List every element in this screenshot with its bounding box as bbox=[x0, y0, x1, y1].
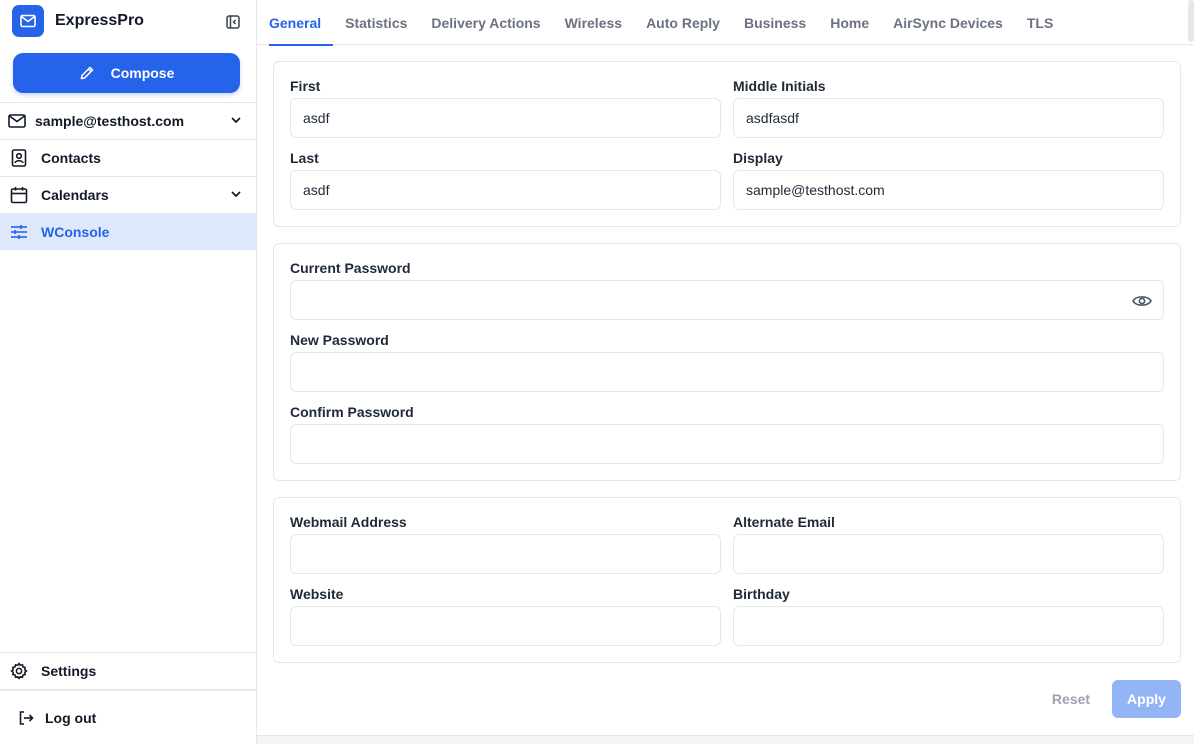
alternate-email-label: Alternate Email bbox=[733, 514, 835, 530]
chevron-down-icon bbox=[231, 191, 241, 198]
birthday-label: Birthday bbox=[733, 586, 790, 602]
middle-initials-field[interactable]: asdfasdf bbox=[733, 98, 1164, 138]
logout-button[interactable]: Log out bbox=[0, 689, 256, 744]
first-label: First bbox=[290, 78, 321, 94]
sidebar-nav: sample@testhost.com Contacts Calendars W… bbox=[0, 102, 256, 250]
chevron-down-icon bbox=[231, 117, 241, 124]
settings-label: Settings bbox=[41, 663, 97, 679]
compose-label: Compose bbox=[110, 65, 175, 81]
tab-tls[interactable]: TLS bbox=[1015, 0, 1065, 45]
website-field[interactable] bbox=[290, 606, 721, 646]
pencil-icon bbox=[80, 66, 94, 80]
account-selector[interactable]: sample@testhost.com bbox=[0, 102, 256, 139]
sidebar-item-settings[interactable]: Settings bbox=[0, 652, 256, 689]
last-label: Last bbox=[290, 150, 319, 166]
new-password-label: New Password bbox=[290, 332, 389, 348]
tab-airsync-devices[interactable]: AirSync Devices bbox=[881, 0, 1015, 45]
envelope-icon bbox=[7, 111, 27, 131]
current-password-label: Current Password bbox=[290, 260, 411, 276]
calendar-icon bbox=[9, 185, 29, 205]
website-label: Website bbox=[290, 586, 344, 602]
display-field[interactable]: sample@testhost.com bbox=[733, 170, 1164, 210]
brand: ExpressPro bbox=[12, 5, 244, 37]
contact-card-icon bbox=[9, 148, 29, 168]
sidebar-bottom: Settings bbox=[0, 652, 256, 689]
password-card: Current Password New Password Confirm Pa… bbox=[273, 243, 1181, 481]
settings-tabs: General Statistics Delivery Actions Wire… bbox=[257, 0, 1194, 46]
collapse-sidebar-icon[interactable] bbox=[222, 11, 244, 33]
alternate-email-field[interactable] bbox=[733, 534, 1164, 574]
tab-business[interactable]: Business bbox=[732, 0, 818, 45]
confirm-password-label: Confirm Password bbox=[290, 404, 414, 420]
sidebar: ExpressPro Compose sample@testhost.com C… bbox=[0, 0, 257, 744]
eye-icon[interactable] bbox=[1131, 290, 1153, 312]
display-label: Display bbox=[733, 150, 783, 166]
sidebar-item-wconsole[interactable]: WConsole bbox=[0, 213, 256, 250]
webmail-address-label: Webmail Address bbox=[290, 514, 407, 530]
tab-wireless[interactable]: Wireless bbox=[553, 0, 634, 45]
tab-delivery-actions[interactable]: Delivery Actions bbox=[419, 0, 552, 45]
webmail-address-field[interactable] bbox=[290, 534, 721, 574]
tab-home[interactable]: Home bbox=[818, 0, 881, 45]
tab-statistics[interactable]: Statistics bbox=[333, 0, 419, 45]
reset-button[interactable]: Reset bbox=[1046, 680, 1096, 718]
scrollbar[interactable] bbox=[1188, 0, 1194, 42]
app-name: ExpressPro bbox=[55, 12, 144, 29]
confirm-password-field[interactable] bbox=[290, 424, 1164, 464]
sliders-icon bbox=[9, 222, 29, 242]
sidebar-item-label: Calendars bbox=[41, 187, 109, 203]
sidebar-item-label: WConsole bbox=[41, 224, 110, 240]
new-password-field[interactable] bbox=[290, 352, 1164, 392]
sidebar-item-calendars[interactable]: Calendars bbox=[0, 176, 256, 213]
sidebar-item-contacts[interactable]: Contacts bbox=[0, 139, 256, 176]
horizontal-scrollbar[interactable] bbox=[257, 735, 1194, 744]
sidebar-item-label: Contacts bbox=[41, 150, 101, 166]
contact-card: Webmail Address Alternate Email Website … bbox=[273, 497, 1181, 663]
logout-label: Log out bbox=[45, 709, 97, 726]
mail-logo-icon bbox=[12, 5, 44, 37]
tab-auto-reply[interactable]: Auto Reply bbox=[634, 0, 732, 45]
compose-button[interactable]: Compose bbox=[13, 53, 240, 93]
name-card: First asdf Middle Initials asdfasdf Last… bbox=[273, 61, 1181, 227]
current-password-field[interactable] bbox=[290, 280, 1164, 320]
first-name-field[interactable]: asdf bbox=[290, 98, 721, 138]
middle-label: Middle Initials bbox=[733, 78, 826, 94]
logout-icon bbox=[16, 708, 36, 728]
gear-icon bbox=[9, 661, 29, 681]
last-name-field[interactable]: asdf bbox=[290, 170, 721, 210]
tab-general[interactable]: General bbox=[269, 0, 334, 46]
apply-button[interactable]: Apply bbox=[1112, 680, 1181, 718]
account-email: sample@testhost.com bbox=[35, 113, 185, 129]
birthday-field[interactable] bbox=[733, 606, 1164, 646]
